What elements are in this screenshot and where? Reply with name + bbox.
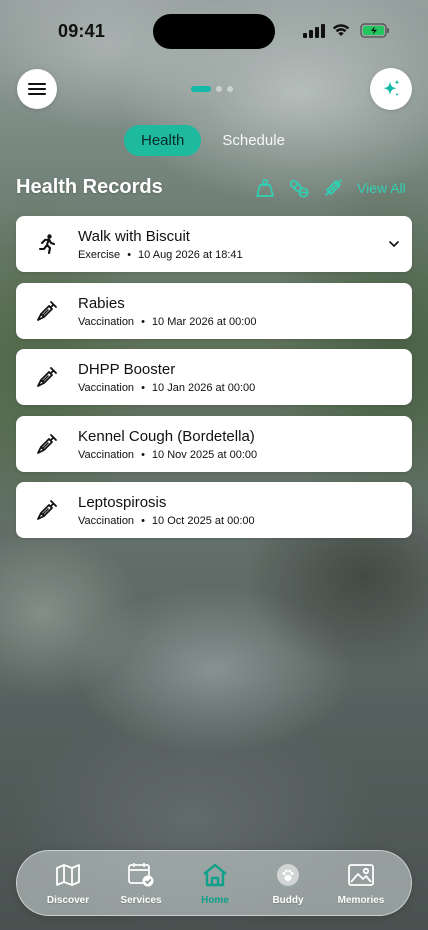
record-date: 10 Mar 2026 at 00:00: [151, 315, 257, 328]
nav-label: Memories: [337, 895, 385, 906]
image-icon: [347, 861, 375, 889]
record-date: 10 Jan 2026 at 00:00: [151, 382, 256, 394]
nav-label: Home: [201, 895, 229, 906]
nav-label: Buddy: [272, 895, 304, 906]
record-subtitle: Vaccination • 10 Nov 2025 at 00:00: [78, 448, 258, 461]
record-card[interactable]: DHPP Booster Vaccination • 10 Jan 2026 at …: [16, 349, 412, 405]
record-title: Leptospirosis: [78, 494, 167, 511]
tab-schedule[interactable]: Schedule: [205, 125, 302, 156]
paw-icon: [274, 861, 302, 889]
pill-icon[interactable]: [288, 177, 310, 199]
page-dot: [216, 86, 222, 92]
syringe-icon: [37, 433, 57, 454]
battery-icon: [360, 23, 390, 38]
record-category: Vaccination: [78, 315, 135, 328]
record-subtitle: Vaccination • 10 Oct 2025 at 00:00: [78, 515, 255, 527]
syringe-icon: [37, 367, 57, 387]
sparkle-icon: [383, 79, 400, 97]
section-title: Health Records: [16, 176, 163, 198]
record-subtitle: Exercise • 10 Aug 2026 at 18:41: [78, 249, 243, 261]
record-title: DHPP Booster: [78, 361, 176, 378]
status-time: 09:41: [58, 21, 106, 41]
calendar-check-icon: [127, 861, 155, 889]
record-date: 10 Oct 2025 at 00:00: [151, 515, 255, 527]
record-card[interactable]: Walk with Biscuit Exercise • 10 Aug 2026 a…: [16, 216, 412, 272]
wifi-icon: [331, 21, 351, 37]
nav-item-memories[interactable]: Memories: [326, 861, 396, 906]
section-actions: View All: [254, 176, 406, 200]
weight-scale-icon[interactable]: [254, 177, 276, 199]
record-category: Vaccination: [78, 448, 135, 461]
syringe-icon: [37, 300, 57, 321]
view-all-link[interactable]: View All: [357, 180, 406, 196]
record-subtitle: Vaccination • 10 Jan 2026 at 00:00: [78, 382, 256, 394]
tab-health[interactable]: Health: [124, 125, 202, 156]
hamburger-icon: [28, 83, 46, 95]
syringe-icon: [37, 500, 57, 520]
ai-assistant-button[interactable]: [370, 68, 412, 110]
signal-icon: [303, 24, 325, 38]
record-category: Exercise: [78, 249, 121, 261]
nav-label: Discover: [46, 895, 90, 906]
record-title: Rabies: [78, 294, 125, 312]
nav-item-services[interactable]: Services: [106, 861, 176, 906]
menu-button[interactable]: [17, 69, 57, 109]
running-icon: [38, 234, 56, 255]
dynamic-island: [153, 14, 275, 49]
syringe-icon[interactable]: [322, 177, 344, 199]
home-icon: [201, 861, 229, 889]
map-icon: [54, 861, 82, 889]
page-indicator: [191, 86, 233, 92]
record-date: 10 Aug 2026 at 18:41: [138, 249, 243, 261]
nav-item-discover[interactable]: Discover: [33, 861, 103, 906]
record-card[interactable]: Kennel Cough (Bordetella) Vaccination • 10…: [16, 415, 412, 472]
record-date: 10 Nov 2025 at 00:00: [151, 448, 258, 461]
page-dot: [227, 86, 233, 92]
bottom-tab-bar: Discover Services Home Buddy Memories: [16, 850, 412, 916]
page-dot-active: [191, 86, 211, 92]
record-card[interactable]: Rabies Vaccination • 10 Mar 2026 at 00:00: [16, 282, 412, 339]
record-subtitle: Vaccination • 10 Mar 2026 at 00:00: [78, 315, 257, 328]
nav-item-buddy[interactable]: Buddy: [253, 861, 323, 906]
record-title: Walk with Biscuit: [78, 228, 190, 245]
segmented-tabs: Health Schedule: [124, 125, 302, 156]
status-bar: 09:41: [0, 0, 428, 62]
nav-label: Services: [120, 895, 162, 906]
record-card[interactable]: Leptospirosis Vaccination • 10 Oct 2025 at…: [16, 482, 412, 538]
record-title: Kennel Cough (Bordetella): [78, 427, 255, 445]
health-records-list: Walk with Biscuit Exercise • 10 Aug 2026 a…: [16, 216, 412, 549]
record-category: Vaccination: [78, 515, 135, 527]
nav-item-home[interactable]: Home: [180, 861, 250, 906]
chevron-down-icon[interactable]: [388, 238, 400, 250]
record-category: Vaccination: [78, 382, 135, 394]
